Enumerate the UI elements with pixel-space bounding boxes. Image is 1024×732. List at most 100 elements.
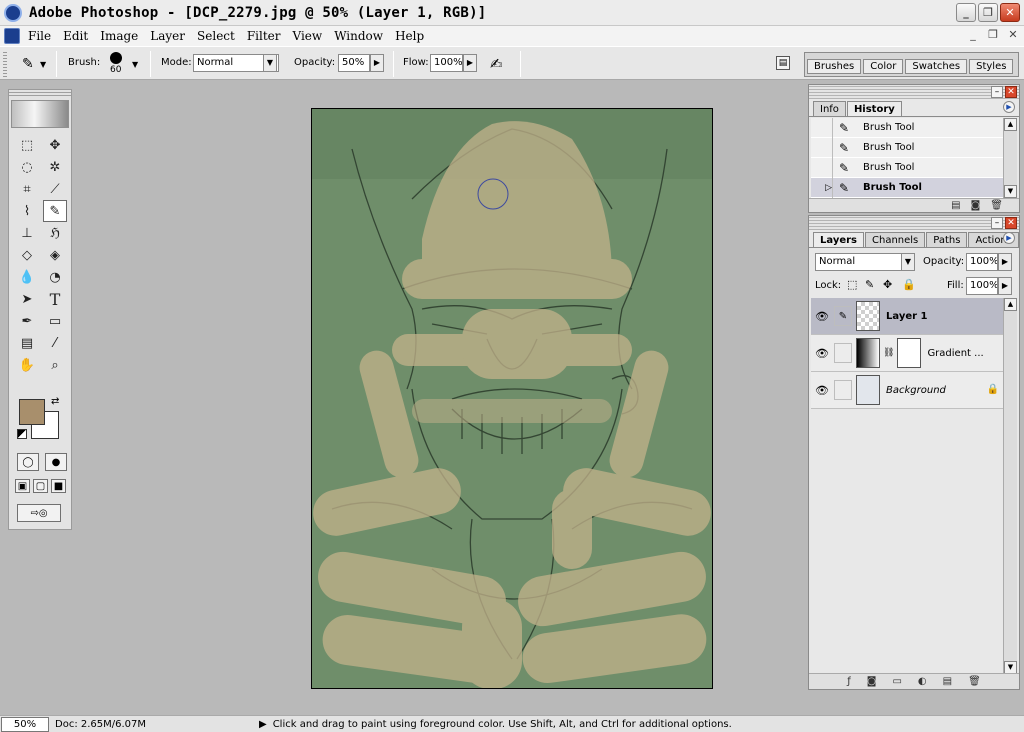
blur-tool-icon[interactable]: 💧 [15, 266, 39, 288]
menu-file[interactable]: File [28, 29, 51, 43]
layers-menu-arrow-icon[interactable]: ▶ [1003, 232, 1015, 244]
close-button[interactable]: ✕ [1000, 3, 1020, 22]
type-tool-icon[interactable]: T [43, 288, 67, 310]
default-colors-icon[interactable] [17, 429, 27, 439]
mode-dropdown-arrow-icon[interactable]: ▼ [263, 54, 277, 72]
layers-panel-title-bar[interactable]: – ✕ [809, 216, 1019, 230]
lock-transparency-icon[interactable]: ⬚ [847, 278, 857, 291]
layer-link-box[interactable] [834, 380, 852, 400]
standard-screen-icon[interactable]: ▣ [15, 479, 30, 493]
layers-scrollbar[interactable]: ▲ ▼ [1003, 298, 1017, 674]
add-mask-icon[interactable]: ◙ [867, 676, 877, 687]
options-grip[interactable] [3, 51, 7, 77]
history-state-slider-icon[interactable]: ▷ [811, 177, 833, 198]
photoshop-app-icon[interactable] [4, 3, 22, 22]
history-brush-tool-icon[interactable]: ℌ [43, 222, 67, 244]
zoom-level-input[interactable]: 50% [1, 716, 49, 732]
slice-tool-icon[interactable]: ⟋ [43, 178, 67, 200]
scroll-up-icon[interactable]: ▲ [1004, 298, 1017, 311]
artwork[interactable] [312, 109, 713, 689]
visibility-eye-icon[interactable]: 👁 [811, 310, 833, 323]
menu-select[interactable]: Select [197, 29, 235, 43]
layer-row-gradient[interactable]: 👁 ⛓ Gradient ... [811, 335, 1003, 372]
tab-layers[interactable]: Layers [813, 232, 864, 247]
clone-stamp-tool-icon[interactable]: ⊥ [15, 222, 39, 244]
history-scrollbar[interactable]: ▲ ▼ [1003, 118, 1017, 198]
restore-button[interactable]: ❐ [978, 3, 998, 22]
foreground-color-swatch[interactable] [19, 399, 45, 425]
brush-dropdown-arrow-icon[interactable]: ▼ [132, 60, 138, 69]
well-tab-styles[interactable]: Styles [969, 59, 1014, 74]
eraser-tool-icon[interactable]: ◇ [15, 244, 39, 266]
layers-close-button[interactable]: ✕ [1005, 217, 1017, 229]
full-screen-icon[interactable]: ■ [51, 479, 66, 493]
delete-layer-icon[interactable]: 🗑 [968, 676, 981, 687]
layers-minimize-button[interactable]: – [991, 217, 1003, 229]
history-snapshot-checkbox[interactable] [811, 117, 833, 138]
history-item[interactable]: ✎ Brush Tool [811, 117, 1003, 138]
history-snapshot-checkbox[interactable] [811, 137, 833, 158]
well-tab-color[interactable]: Color [863, 59, 904, 74]
doc-close-button[interactable]: ✕ [1006, 28, 1020, 42]
move-tool-icon[interactable]: ✥ [43, 134, 67, 156]
visibility-eye-icon[interactable]: 👁 [811, 347, 833, 360]
lock-all-icon[interactable]: 🔒 [902, 278, 916, 291]
lock-position-icon[interactable]: ✥ [883, 278, 892, 291]
standard-mode-icon[interactable]: ◯ [17, 453, 39, 471]
dodge-tool-icon[interactable]: ◔ [43, 266, 67, 288]
scroll-up-icon[interactable]: ▲ [1004, 118, 1017, 131]
new-document-from-state-icon[interactable]: ▤ [951, 200, 960, 211]
eyedropper-tool-icon[interactable]: ⁄ [43, 332, 67, 354]
history-menu-arrow-icon[interactable]: ▶ [1003, 101, 1015, 113]
opacity-slider-arrow-icon[interactable]: ▶ [370, 54, 384, 72]
history-item[interactable]: ✎ Brush Tool [811, 137, 1003, 158]
opacity-input[interactable]: 50% [338, 54, 370, 72]
fill-arrow-icon[interactable]: ▶ [998, 277, 1012, 295]
minimize-button[interactable]: _ [956, 3, 976, 22]
brush-preset-icon[interactable]: ✎ [22, 56, 34, 72]
menu-layer[interactable]: Layer [150, 29, 185, 43]
magic-wand-tool-icon[interactable]: ✲ [43, 156, 67, 178]
airbrush-icon[interactable]: ✍ [490, 55, 503, 73]
menu-help[interactable]: Help [395, 29, 424, 43]
layer-brush-link-icon[interactable]: ✎ [834, 306, 852, 326]
menu-filter[interactable]: Filter [247, 29, 281, 43]
history-snapshot-checkbox[interactable] [811, 157, 833, 178]
history-minimize-button[interactable]: – [991, 86, 1003, 98]
menu-view[interactable]: View [293, 29, 323, 43]
tab-history[interactable]: History [846, 101, 902, 116]
layer-row-layer-1[interactable]: 👁 ✎ Layer 1 [811, 298, 1003, 335]
healing-brush-tool-icon[interactable]: ⌇ [15, 200, 39, 222]
doc-restore-button[interactable]: ❐ [986, 28, 1000, 42]
document-icon[interactable] [4, 28, 20, 44]
flow-input[interactable]: 100% [430, 54, 463, 72]
quick-mask-mode-icon[interactable]: ● [45, 453, 67, 471]
brush-tip-icon[interactable] [110, 52, 122, 64]
history-panel-title-bar[interactable]: – ✕ [809, 85, 1019, 99]
path-selection-tool-icon[interactable]: ➤ [15, 288, 39, 310]
hand-tool-icon[interactable]: ✋ [15, 354, 39, 376]
document-canvas[interactable] [311, 108, 713, 689]
new-snapshot-icon[interactable]: ◙ [971, 200, 981, 211]
paint-bucket-tool-icon[interactable]: ◈ [43, 244, 67, 266]
fill-input[interactable]: 100% [966, 277, 998, 295]
pen-tool-icon[interactable]: ✒ [15, 310, 39, 332]
flow-slider-arrow-icon[interactable]: ▶ [463, 54, 477, 72]
jump-to-imageready-icon[interactable]: ⇨◎ [17, 504, 61, 522]
zoom-tool-icon[interactable]: ⌕ [43, 354, 67, 376]
delete-state-icon[interactable]: 🗑 [990, 200, 1003, 211]
blend-mode-select[interactable]: Normal [815, 253, 915, 271]
layer-link-box[interactable] [834, 343, 852, 363]
tab-paths[interactable]: Paths [926, 232, 968, 247]
layer-mask-thumbnail[interactable] [897, 338, 922, 368]
well-tab-swatches[interactable]: Swatches [905, 59, 968, 74]
notes-tool-icon[interactable]: ▤ [15, 332, 39, 354]
history-item-current[interactable]: ▷ ✎ Brush Tool [811, 177, 1003, 198]
mask-chain-icon[interactable]: ⛓ [883, 348, 894, 358]
history-item[interactable]: ✎ Brush Tool [811, 157, 1003, 178]
menu-edit[interactable]: Edit [63, 29, 88, 43]
status-menu-arrow-icon[interactable]: ▶ [259, 719, 267, 730]
doc-minimize-button[interactable]: _ [966, 28, 980, 42]
history-close-button[interactable]: ✕ [1005, 86, 1017, 98]
tab-channels[interactable]: Channels [865, 232, 926, 247]
